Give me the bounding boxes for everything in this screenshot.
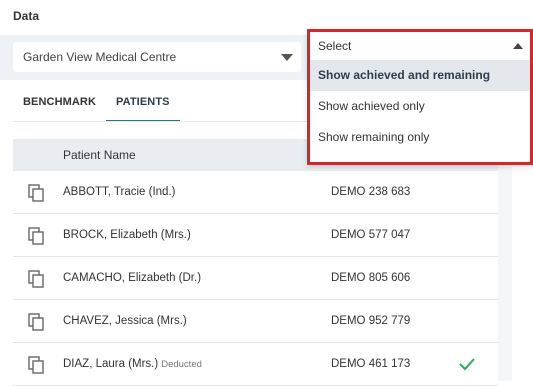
patient-name[interactable]: DIAZ, Laura (Mrs.) Deducted	[63, 343, 202, 386]
table-row[interactable]: BROCK, Elizabeth (Mrs.) DEMO 577 047	[13, 214, 498, 257]
copy-icon[interactable]	[28, 270, 44, 288]
option-show-remaining-only[interactable]: Show remaining only	[310, 122, 530, 153]
copy-icon[interactable]	[28, 313, 44, 331]
patient-nhi: DEMO 461 173	[331, 358, 411, 370]
copy-icon[interactable]	[28, 184, 44, 202]
copy-icon[interactable]	[28, 356, 44, 374]
tab-patients[interactable]: PATIENTS	[106, 82, 180, 122]
status-select-placeholder: Select	[318, 39, 352, 53]
tab-benchmark[interactable]: BENCHMARK	[13, 82, 106, 122]
patient-nhi: DEMO 952 779	[331, 315, 411, 327]
chevron-down-icon	[281, 53, 293, 61]
practice-select-value: Garden View Medical Centre	[23, 50, 177, 64]
patient-nhi: DEMO 238 683	[331, 186, 411, 198]
copy-icon[interactable]	[28, 227, 44, 245]
check-icon	[459, 358, 475, 371]
patient-name[interactable]: BROCK, Elizabeth (Mrs.)	[63, 214, 194, 257]
status-select[interactable]: Select	[310, 32, 530, 60]
scrollbar[interactable]	[498, 139, 512, 381]
table-row[interactable]: ABBOTT, Tracie (Ind.) DEMO 238 683	[13, 171, 498, 214]
column-header-patient-name[interactable]: Patient Name	[63, 139, 136, 171]
practice-select[interactable]: Garden View Medical Centre	[13, 42, 301, 72]
patient-nhi: DEMO 577 047	[331, 229, 411, 241]
option-show-achieved-only[interactable]: Show achieved only	[310, 91, 530, 122]
chevron-up-icon	[513, 43, 523, 49]
patient-nhi: DEMO 805 606	[331, 272, 411, 284]
patient-name[interactable]: CHAVEZ, Jessica (Mrs.)	[63, 300, 190, 343]
status-filter-dropdown[interactable]: Select Show achieved and remaining Show …	[307, 29, 533, 165]
patient-name[interactable]: CAMACHO, Elizabeth (Dr.)	[63, 257, 204, 300]
section-title: Data	[13, 9, 40, 23]
patient-name[interactable]: ABBOTT, Tracie (Ind.)	[63, 171, 178, 214]
deducted-tag: Deducted	[161, 359, 202, 370]
tab-bar: BENCHMARK PATIENTS	[13, 82, 180, 122]
option-show-achieved-and-remaining[interactable]: Show achieved and remaining	[310, 60, 530, 91]
table-row[interactable]: CHAVEZ, Jessica (Mrs.) DEMO 952 779	[13, 300, 498, 343]
table-row[interactable]: DIAZ, Laura (Mrs.) Deducted DEMO 461 173	[13, 343, 498, 386]
table-row[interactable]: CAMACHO, Elizabeth (Dr.) DEMO 805 606	[13, 257, 498, 300]
